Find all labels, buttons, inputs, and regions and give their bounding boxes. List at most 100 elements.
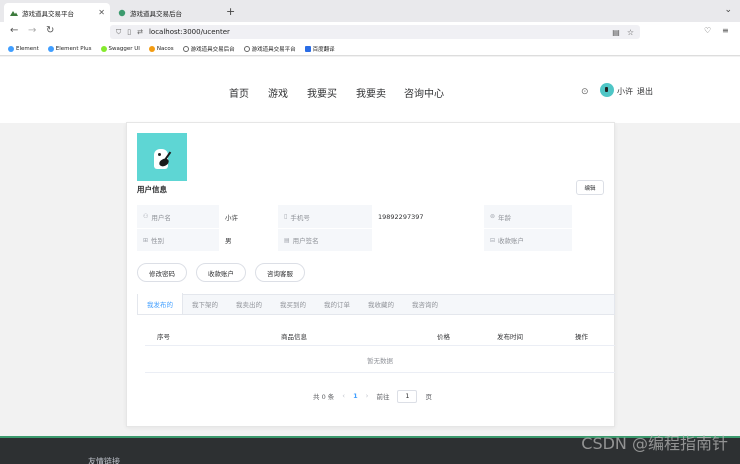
tab-favorites[interactable]: 我收藏的 [359,294,403,314]
description-row: ⊞ 性别 男 ▤ 用户签名 ⊟ 收款账户 [137,228,609,251]
empty-state: 暂无数据 [145,347,615,373]
tab-orders[interactable]: 我的订单 [315,294,359,314]
column-header: 发布时间 [497,333,523,341]
bookmark-item[interactable]: 百度翻译 [304,45,335,53]
tab-label: 游戏道具交易平台 [22,9,74,18]
mountain-icon [10,9,18,17]
tab-delisted[interactable]: 我下架的 [183,294,227,314]
bookmark-item[interactable]: Element [8,45,39,52]
description-label: ⊟ 收款账户 [484,229,572,251]
age-value [572,205,609,228]
url-text: localhost:3000/ucenter [148,28,230,36]
reader-icon[interactable]: ▤ [612,28,620,37]
user-center-card: 用户信息 编辑 ⚇ 用户名 小许 ▯ 手机号 19892297397 ⊚ 年龄 ⊞ 性别… [126,122,615,427]
payment-account-button[interactable]: 收款账户 [196,263,246,282]
contact-support-button[interactable]: 咨询客服 [255,263,305,282]
change-password-button[interactable]: 修改密码 [137,263,187,282]
bookmark-item[interactable]: Element Plus [47,45,92,52]
page-unit: 页 [425,393,432,401]
table-header: 序号 商品信息 价格 发布时间 操作 [145,325,615,346]
translate-icon [304,45,311,52]
location-icon: ⊚ [490,213,496,220]
nav-games[interactable]: 游戏 [268,85,288,100]
tab-label: 游戏道具交易后台 [130,9,182,18]
browser-tab-bar: 游戏道具交易平台 ✕ 游戏道具交易后台 + ⌄ [0,0,740,22]
pocket-icon[interactable]: ♡ [704,26,711,35]
watermark: CSDN @编程指南针 [581,434,728,453]
globe-icon [182,45,189,52]
bookmark-item[interactable]: 游戏道具交易后台 [182,45,235,53]
phone-icon: ▯ [284,213,288,220]
profile-title: 用户信息 [137,185,167,194]
browser-toolbar: ← → ↻ ⛉ ▯ ⇄ localhost:3000/ucenter ▤ ☆ ♡… [0,22,740,42]
bookmark-icon [148,45,155,52]
tab-sold[interactable]: 我卖出的 [227,294,271,314]
description-label: ⚇ 用户名 [137,205,219,228]
nav-buy[interactable]: 我要买 [307,85,337,100]
bookmark-icon [8,45,14,52]
browser-tab-inactive[interactable]: 游戏道具交易后台 [112,3,220,22]
menu-icon[interactable]: ≡ [722,26,729,35]
bookmark-icon [47,45,54,52]
bookmark-item[interactable]: Swagger UI [100,45,140,52]
nav-sell[interactable]: 我要卖 [356,85,386,100]
tab-published[interactable]: 我发布的 [138,293,183,314]
chevron-left-icon[interactable]: ‹ [342,392,345,400]
goto-label: 前往 [376,393,390,401]
forward-icon[interactable]: → [28,25,36,36]
logout-link[interactable]: 退出 [637,86,653,97]
site-header: 首页 游戏 我要买 我要卖 咨询中心 ⊙ 小许 退出 [0,57,740,123]
bookmark-item[interactable]: Nacos [148,45,174,52]
signature-icon: ▤ [284,236,290,244]
chat-icon[interactable]: ⊙ [581,87,589,97]
description-label: ⊚ 年龄 [484,205,572,228]
column-header: 序号 [157,333,170,341]
column-header: 商品信息 [281,333,307,341]
action-buttons: 修改密码 收款账户 咨询客服 [137,263,305,282]
signature-value [372,229,484,251]
column-header: 操作 [575,333,588,341]
username[interactable]: 小许 [617,86,633,97]
description-label: ▯ 手机号 [278,205,372,228]
page-icon: ▯ [127,28,132,36]
reload-icon[interactable]: ↻ [46,25,54,36]
total-count: 共 0 条 [313,393,335,401]
gender-value: 男 [225,237,232,245]
address-bar[interactable]: ⛉ ▯ ⇄ localhost:3000/ucenter ▤ ☆ [110,25,640,39]
chevron-right-icon[interactable]: › [366,392,369,400]
tab-consultations[interactable]: 我咨询的 [403,294,447,314]
phone-value: 19892297397 [378,212,424,221]
order-tabs: 我发布的 我下架的 我卖出的 我买到的 我的订单 我收藏的 我咨询的 [137,293,615,315]
bookmark-icon [100,45,107,52]
chevron-down-icon[interactable]: ⌄ [724,5,732,15]
user-avatar [137,133,187,181]
new-tab-icon[interactable]: + [226,5,235,18]
page-number[interactable]: 1 [353,392,358,400]
bookmarks-bar: Element Element Plus Swagger UI Nacos 游戏… [0,42,740,56]
nav-consult[interactable]: 咨询中心 [404,85,444,100]
star-icon[interactable]: ☆ [627,28,634,37]
goto-page-input[interactable]: 1 [397,389,418,403]
bookmark-item[interactable]: 游戏道具交易平台 [243,45,296,53]
nav-home[interactable]: 首页 [229,85,249,100]
browser-tab-active[interactable]: 游戏道具交易平台 ✕ [4,3,110,22]
description-label: ⊞ 性别 [137,229,219,251]
edit-button[interactable]: 编辑 [576,180,604,195]
close-icon[interactable]: ✕ [98,8,105,17]
gender-icon: ⊞ [143,236,149,244]
account-icon: ⊟ [490,236,496,244]
username-value: 小许 [225,213,238,222]
globe-icon [243,45,250,52]
tab-bought[interactable]: 我买到的 [271,294,315,314]
leaf-icon [118,9,126,17]
shield-icon: ⛉ [116,27,122,36]
user-icon: ⚇ [143,213,149,220]
avatar[interactable] [600,83,614,97]
description-label: ▤ 用户签名 [278,229,372,251]
footer-links-title: 友情链接 [88,457,120,464]
profile-descriptions: ⚇ 用户名 小许 ▯ 手机号 19892297397 ⊚ 年龄 ⊞ 性别 男 ▤ 用户签名… [137,205,609,251]
dino-eye [158,153,161,156]
permissions-icon: ⇄ [137,28,143,36]
back-icon[interactable]: ← [10,25,18,36]
account-value [572,229,609,251]
